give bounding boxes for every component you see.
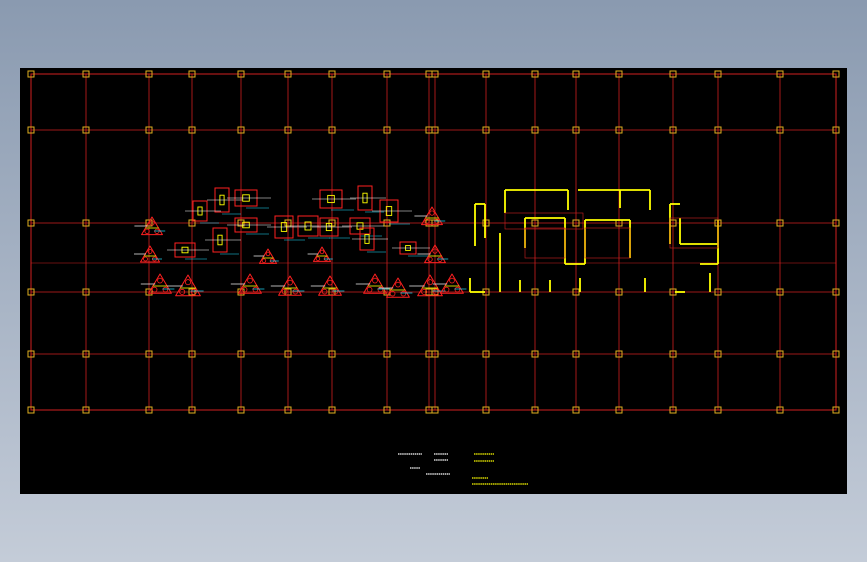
pile-circle (366, 286, 373, 293)
pile-cap-triangle (134, 245, 162, 263)
pile-circle (426, 279, 433, 286)
pile-circle (315, 256, 321, 261)
pile-cap-rect (167, 242, 209, 260)
room-outline (504, 212, 584, 230)
pile-circle (319, 249, 325, 255)
pile-cap-triangle (167, 274, 204, 297)
pile-circle (427, 256, 433, 262)
right-building-outline (469, 189, 719, 293)
room-outline (524, 227, 566, 259)
pile-cap-rect (207, 187, 243, 215)
pile-cap-triangle (307, 246, 333, 262)
pile-circle (443, 286, 450, 293)
pile-cap-rect (312, 189, 356, 211)
pile-circle (162, 286, 169, 293)
pile-circle (157, 277, 163, 284)
pile-circle (395, 281, 401, 288)
pile-circle (184, 279, 191, 286)
pile-circle (372, 277, 378, 284)
grid-border (30, 73, 837, 411)
pile-cap-triangle (230, 273, 265, 294)
pile-circle (252, 286, 259, 293)
pile-circle (261, 258, 267, 263)
cad-drawing-canvas[interactable] (20, 68, 847, 494)
pile-circle (151, 286, 158, 293)
pile-circle (241, 286, 248, 293)
pile-cap-group (134, 185, 467, 298)
pile-circle (143, 256, 148, 262)
axis-grid-lines (30, 73, 837, 411)
pile-circle (454, 286, 461, 293)
room-outline (584, 227, 631, 259)
pile-circle (247, 277, 253, 284)
pile-circle (144, 228, 150, 234)
pile-cap-triangle (355, 273, 390, 294)
pile-cap-triangle (414, 206, 446, 226)
pile-cap-triangle (417, 244, 449, 264)
pile-cap-rect (227, 189, 271, 209)
pile-circle (265, 251, 271, 257)
cad-drawing-viewport[interactable] (20, 68, 847, 494)
title-block (398, 453, 528, 485)
pile-circle (449, 277, 455, 284)
pile-cap-rect (227, 217, 271, 235)
pile-cap-triangle (253, 248, 279, 264)
pile-circle (429, 210, 435, 216)
pile-cap-triangle (409, 274, 446, 297)
